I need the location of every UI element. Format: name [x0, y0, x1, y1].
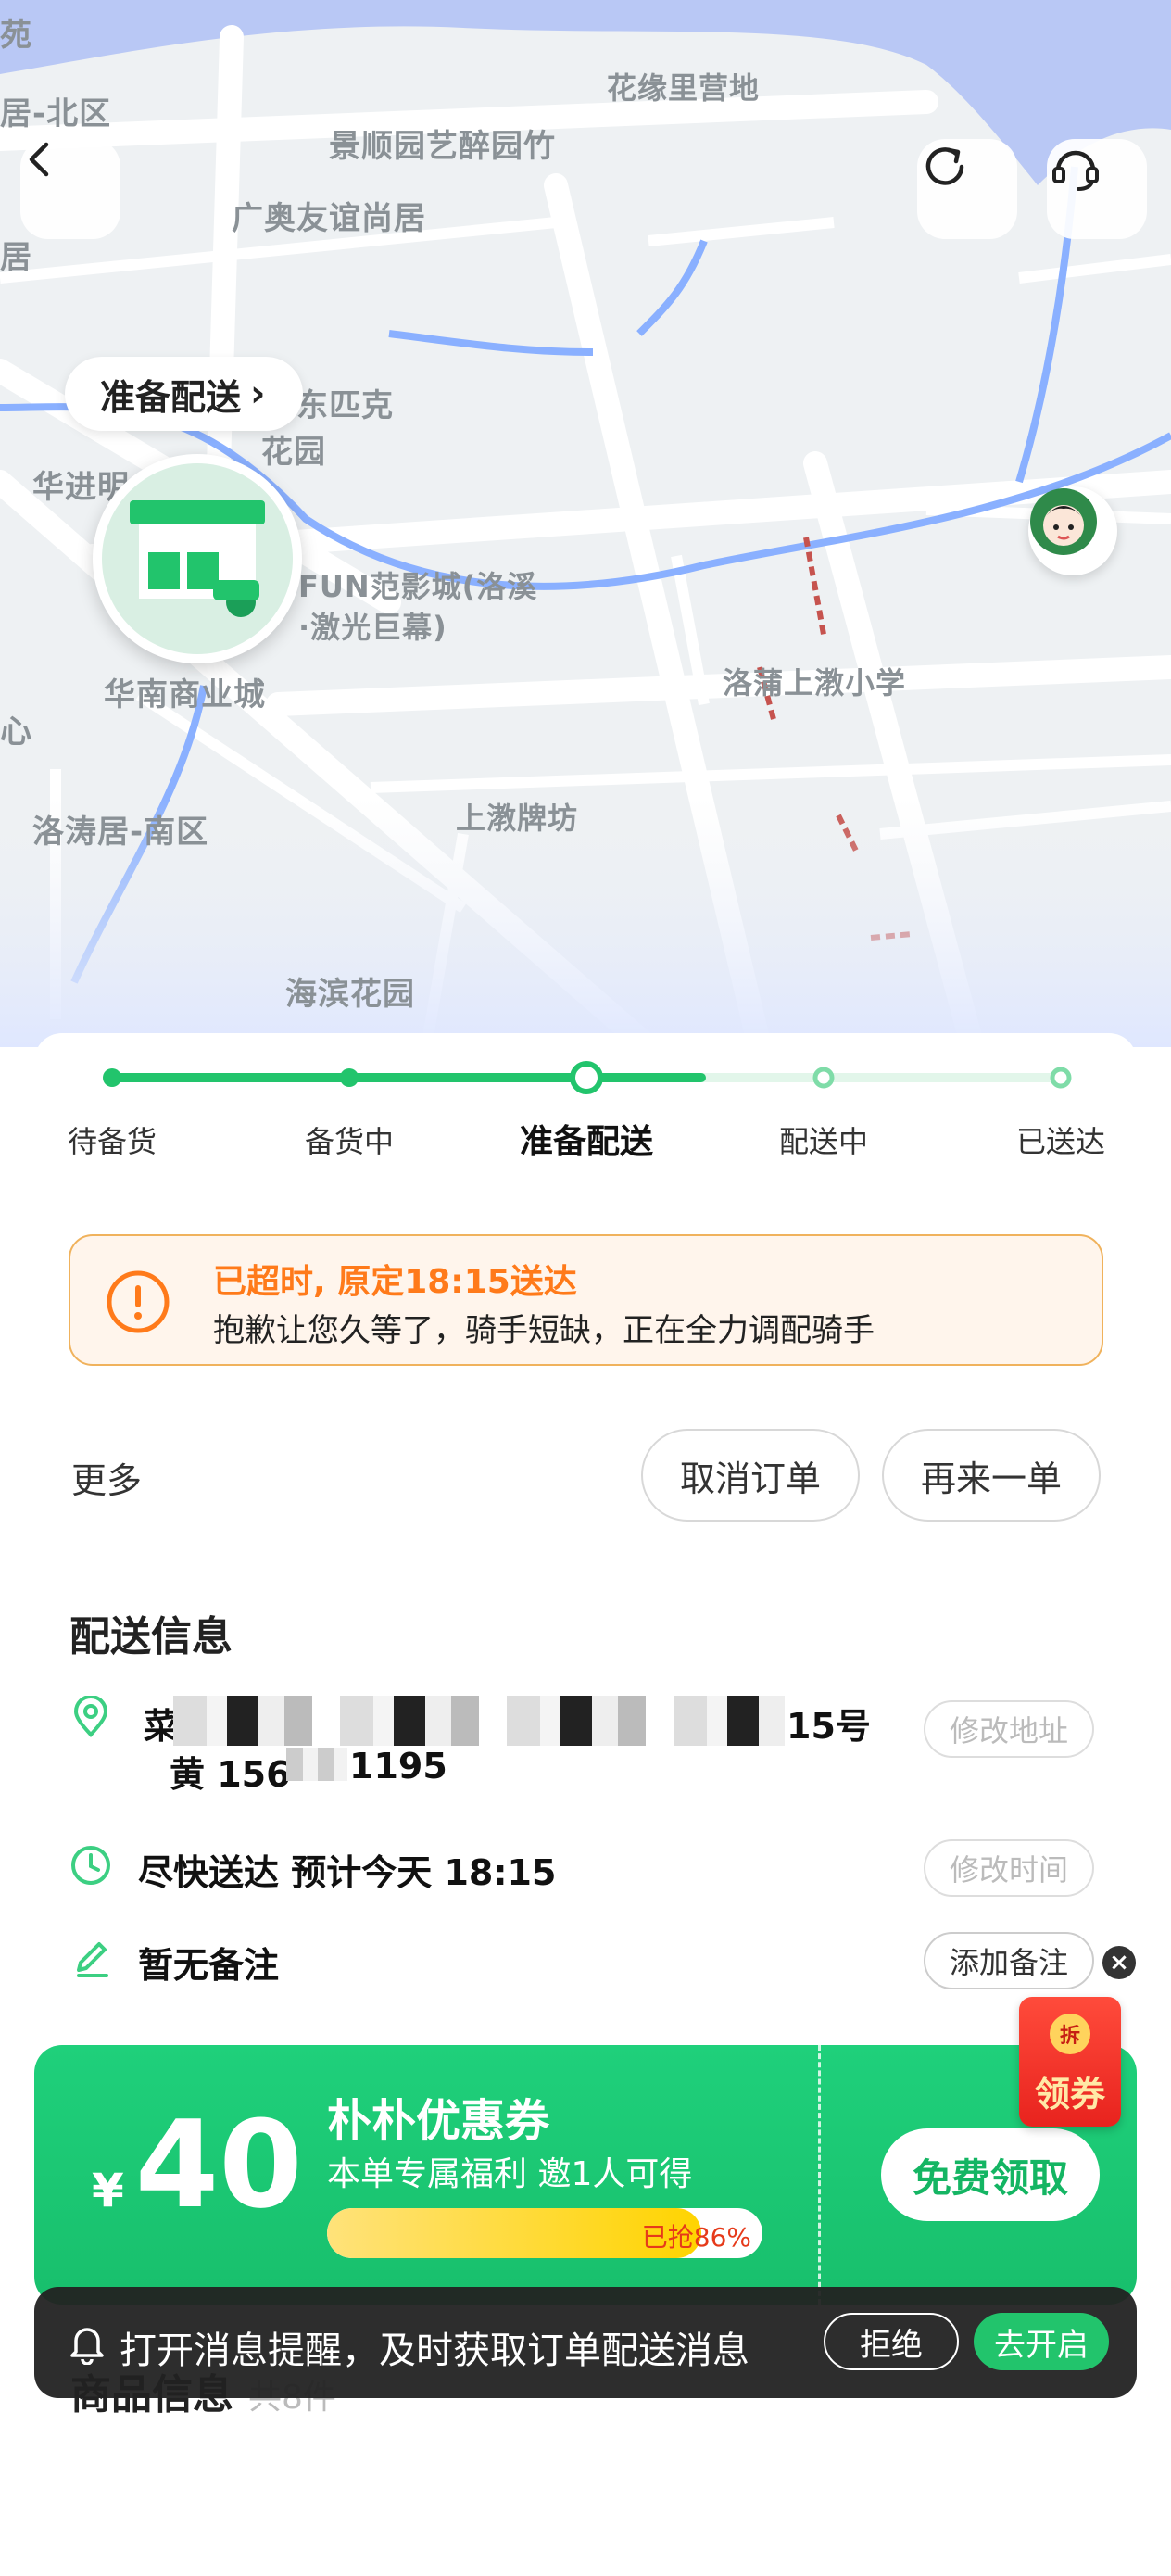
enable-notify-button[interactable]: 去开启 [974, 2313, 1109, 2370]
map-label: 洛涛居-南区 [32, 814, 209, 851]
chevron-right-icon: › [250, 373, 266, 415]
coupon-value: 40 [134, 2094, 303, 2235]
red-packet-tear-label: 拆 [1050, 2014, 1090, 2054]
map-label: 景顺园艺醉园竹 [329, 128, 556, 165]
progress-dot-done [340, 1068, 359, 1087]
alert-title: 已超时, 原定18:15送达 [213, 1263, 577, 1301]
redacted-phone [286, 1748, 347, 1781]
status-pill-label: 准备配送 [100, 376, 242, 418]
map-label: FUN范影城(洛溪 [298, 569, 538, 604]
close-icon[interactable]: × [1102, 1946, 1136, 1979]
map-label: 广奥友谊尚居 [232, 200, 426, 237]
coupon-divider [818, 2045, 821, 2305]
delivery-time-text: 尽快送达 预计今天 18:15 [138, 1852, 557, 1893]
red-packet-label: 领券 [1034, 2074, 1105, 2115]
delivery-info-card: 配送信息 菜 15号 黄 156 1195 修改地址 尽快送达 预计今天 18:… [34, 1566, 1137, 2017]
store-icon [102, 463, 293, 654]
pencil-icon [69, 1937, 112, 1979]
store-marker[interactable] [93, 454, 302, 663]
add-note-button[interactable]: 添加备注 [924, 1932, 1094, 1989]
coupon-subtitle: 本单专属福利 邀1人可得 [327, 2155, 693, 2193]
order-progress-card: 待备货 备货中 准备配送 配送中 已送达 [34, 1033, 1137, 1174]
contact-prefix: 黄 156 [170, 1754, 291, 1795]
map-label: 心 [0, 713, 32, 751]
map-label: 东匹克 [296, 387, 394, 424]
progress-step-label: 已送达 [1015, 1124, 1105, 1159]
coupon-amount: ¥ 40 [92, 2104, 303, 2225]
notification-prompt-bar: 打开消息提醒，及时获取订单配送消息 拒绝 去开启 [34, 2287, 1137, 2398]
coupon-title: 朴朴优惠券 [327, 2095, 550, 2147]
redacted-address [173, 1696, 785, 1746]
progress-step-label: 配送中 [778, 1124, 868, 1159]
map-view[interactable]: 花缘里营地 景顺园艺醉园竹 居-北区 广奥友谊尚居 居 东匹克 花园 华进明 F… [0, 0, 1171, 1047]
map-label: 上漖牌坊 [456, 801, 579, 836]
back-button[interactable] [20, 139, 120, 239]
customer-service-button[interactable] [1047, 139, 1147, 239]
progress-step-label-current: 准备配送 [519, 1123, 653, 1161]
map-label: 居-北区 [0, 95, 112, 133]
progress-dot-pending [812, 1067, 835, 1089]
clock-icon [69, 1844, 112, 1887]
edit-time-button[interactable]: 修改时间 [924, 1839, 1094, 1897]
map-label: ·激光巨幕) [298, 610, 447, 645]
overtime-alert: 已超时, 原定18:15送达 抱歉让您久等了，骑手短缺，正在全力调配骑手 [69, 1234, 1103, 1366]
progress-dot-pending [1050, 1067, 1072, 1089]
progress-dot-current [570, 1061, 603, 1094]
currency-symbol: ¥ [92, 2164, 124, 2217]
contact-suffix: 1195 [349, 1746, 447, 1787]
map-label: 花缘里营地 [607, 70, 761, 106]
bell-icon [66, 2322, 108, 2368]
alert-message: 抱歉让您久等了，骑手短缺，正在全力调配骑手 [213, 1312, 875, 1349]
claim-coupon-button[interactable]: 免费领取 [881, 2128, 1100, 2221]
address-suffix: 15号 [787, 1706, 871, 1747]
user-avatar-icon [1030, 488, 1097, 555]
map-label: 华南商业城 [104, 676, 266, 713]
edit-address-button[interactable]: 修改地址 [924, 1700, 1094, 1758]
more-button[interactable]: 更多 [71, 1452, 142, 1503]
refuse-notify-button[interactable]: 拒绝 [824, 2313, 959, 2370]
red-packet-float[interactable]: 拆 领券 [1019, 1997, 1121, 2127]
coupon-card: ¥ 40 朴朴优惠券 本单专属福利 邀1人可得 已抢86% 免费领取 [34, 2045, 1137, 2305]
order-status-pill[interactable]: 准备配送 › [65, 357, 303, 431]
map-label: 洛蒲上漖小学 [723, 665, 907, 701]
location-pin-icon [69, 1695, 112, 1738]
note-text: 暂无备注 [138, 1945, 280, 1986]
map-label: 海滨花园 [285, 976, 415, 1013]
refresh-button[interactable] [917, 139, 1017, 239]
cancel-order-button[interactable]: 取消订单 [641, 1429, 860, 1522]
coupon-progress-bar: 已抢86% [327, 2208, 762, 2258]
progress-dot-done [103, 1068, 121, 1087]
progress-step-label: 备货中 [304, 1124, 394, 1159]
notify-text: 打开消息提醒，及时获取订单配送消息 [120, 2330, 749, 2372]
map-label: 苑 [0, 17, 32, 54]
delivery-info-title: 配送信息 [69, 1613, 233, 1661]
order-status-card: 已超时, 原定18:15送达 抱歉让您久等了，骑手短缺，正在全力调配骑手 更多 … [34, 1197, 1137, 1542]
coupon-progress-text: 已抢86% [641, 2222, 751, 2253]
user-location-marker [1028, 486, 1117, 575]
progress-step-label: 待备货 [67, 1124, 157, 1159]
map-label: 居 [0, 239, 32, 276]
reorder-button[interactable]: 再来一单 [882, 1429, 1101, 1522]
warning-icon [106, 1269, 170, 1338]
